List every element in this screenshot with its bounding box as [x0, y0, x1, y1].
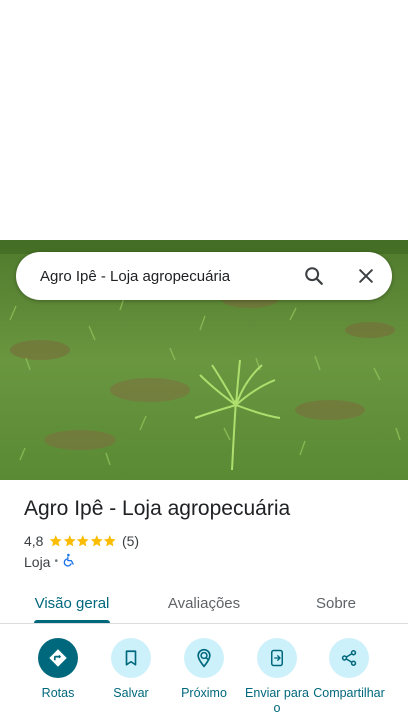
- active-tab-indicator: [34, 620, 110, 623]
- share-icon: [329, 638, 369, 678]
- wheelchair-icon: [62, 553, 76, 570]
- share-label: Compartilhar: [313, 686, 385, 700]
- nearby-icon: [184, 638, 224, 678]
- rating-value: 4,8: [24, 533, 44, 549]
- category-row: Loja •: [24, 553, 76, 570]
- tab-overview[interactable]: Visão geral: [22, 582, 122, 624]
- nearby-button[interactable]: Próximo: [167, 638, 241, 701]
- search-input[interactable]: Agro Ipê - Loja agropecuária: [40, 268, 294, 285]
- star-icon: [104, 535, 117, 547]
- star-icon: [90, 535, 103, 547]
- send-to-phone-label: Enviar para o: [245, 686, 309, 715]
- search-bar[interactable]: Agro Ipê - Loja agropecuária: [16, 252, 392, 300]
- close-icon[interactable]: [346, 256, 386, 296]
- save-label: Salvar: [113, 686, 149, 700]
- search-icon[interactable]: [294, 256, 334, 296]
- place-title: Agro Ipê - Loja agropecuária: [24, 497, 291, 520]
- review-count: (5): [121, 533, 140, 549]
- tab-about[interactable]: Sobre: [286, 582, 386, 624]
- tab-bar: Visão geral Avaliações Sobre: [0, 582, 408, 624]
- blank-map-area: [0, 0, 408, 240]
- star-icon: [63, 535, 76, 547]
- action-bar: Rotas Salvar Próximo Enviar para o Compa…: [0, 638, 408, 720]
- nearby-label: Próximo: [181, 686, 227, 700]
- send-to-phone-icon: [257, 638, 297, 678]
- send-to-phone-button[interactable]: Enviar para o: [240, 638, 314, 716]
- place-category: Loja: [24, 553, 51, 570]
- directions-icon: [38, 638, 78, 678]
- tab-reviews[interactable]: Avaliações: [154, 582, 254, 624]
- save-button[interactable]: Salvar: [94, 638, 168, 701]
- bookmark-icon: [111, 638, 151, 678]
- rating-stars: [49, 534, 117, 548]
- rating-row[interactable]: 4,8 (5): [24, 533, 139, 549]
- share-button[interactable]: Compartilhar: [312, 638, 386, 701]
- star-icon: [77, 535, 90, 547]
- star-icon: [50, 535, 63, 547]
- directions-label: Rotas: [41, 686, 75, 700]
- directions-button[interactable]: Rotas: [21, 638, 95, 701]
- separator-dot: •: [54, 556, 58, 567]
